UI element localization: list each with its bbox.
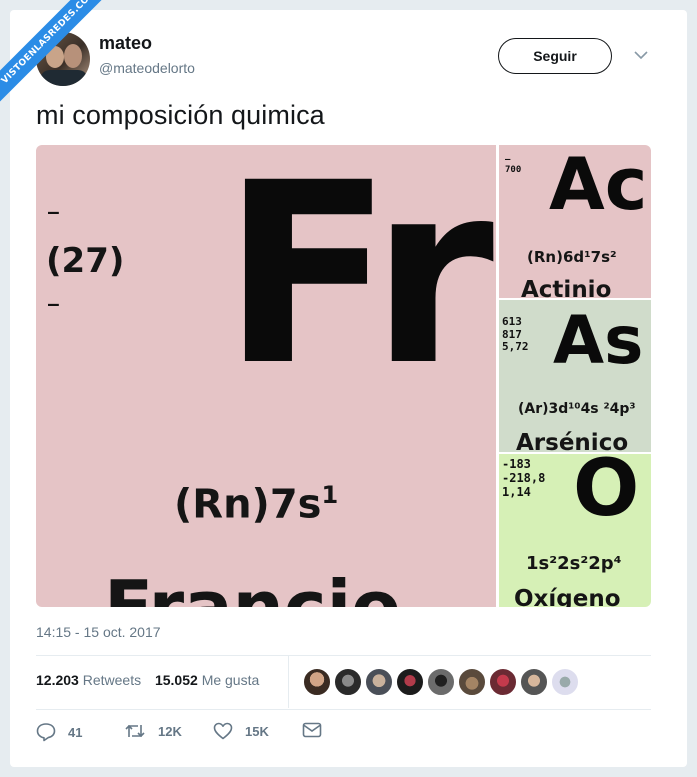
avatar[interactable] [458, 668, 486, 696]
avatar[interactable] [427, 668, 455, 696]
avatar[interactable] [551, 668, 579, 696]
ox-name: Oxígeno [514, 586, 621, 607]
like-button[interactable]: 15K [213, 722, 269, 740]
heart-icon [213, 722, 233, 740]
retweet-button[interactable]: 12K [124, 722, 182, 740]
follow-button[interactable]: Seguir [498, 38, 612, 74]
avatar[interactable] [365, 668, 393, 696]
ox-config: 1s²2s²2p⁴ [526, 553, 622, 574]
ac-name: Actinio [521, 277, 612, 298]
fr-config-sup: 1 [321, 481, 339, 509]
stats-separator [288, 656, 289, 708]
fr-symbol: Fr [222, 145, 494, 420]
ac-config: (Rn)6d¹7s² [527, 248, 617, 266]
ac-symbol: Ac [549, 145, 648, 226]
element-tile-arsenico: 613 817 5,72 As (Ar)3d¹⁰4s ²4p³ Arsénico [499, 300, 651, 452]
reply-count: 41 [68, 724, 83, 740]
retweet-icon [125, 724, 145, 738]
likes-label: Me gusta [201, 672, 260, 688]
reply-button[interactable]: 41 [36, 722, 82, 742]
avatar[interactable] [396, 668, 424, 696]
fr-dash-bottom: – [48, 294, 59, 315]
fr-config: (Rn)7s1 [174, 481, 338, 527]
tweet-timestamp[interactable]: 14:15 - 15 oct. 2017 [36, 624, 161, 640]
as-symbol: As [553, 302, 644, 379]
like-count: 15K [245, 723, 269, 739]
as-name: Arsénico [516, 430, 629, 452]
as-config: (Ar)3d¹⁰4s ²4p³ [518, 401, 636, 417]
avatar[interactable] [303, 668, 331, 696]
avatar[interactable] [520, 668, 548, 696]
tweet-actions: 41 12K 15K [36, 722, 336, 746]
divider [36, 709, 651, 710]
tweet-stats: 12.203 Retweets 15.052 Me gusta [36, 672, 259, 688]
tweet-media[interactable]: – (27) – Fr (Rn)7s1 Francio – 700 Ac (Rn… [36, 145, 651, 607]
watermark-ribbon: VISTOENLASREDES.COM [0, 0, 120, 120]
watermark-text: VISTOENLASREDES.COM [0, 0, 117, 105]
fr-dash-top: – [48, 202, 59, 223]
avatar[interactable] [334, 668, 362, 696]
element-tile-oxigeno: -183 -218,8 1,14 O 1s²2s²2p⁴ Oxígeno [499, 454, 651, 607]
fr-name: Francio [104, 565, 401, 607]
direct-message-button[interactable] [302, 722, 334, 738]
avatar[interactable] [489, 668, 517, 696]
ox-symbol: O [573, 454, 640, 534]
element-tile-francio: – (27) – Fr (Rn)7s1 Francio [36, 145, 496, 607]
ac-data: – 700 [505, 155, 522, 176]
ox-data: -183 -218,8 1,14 [502, 457, 546, 499]
element-tile-actinio: – 700 Ac (Rn)6d¹7s² Actinio [499, 145, 651, 298]
reply-icon [36, 723, 56, 742]
likes-stat[interactable]: 15.052 Me gusta [155, 672, 259, 688]
retweets-count: 12.203 [36, 672, 79, 688]
retweets-label: Retweets [82, 672, 142, 688]
likes-count: 15.052 [154, 672, 198, 688]
divider [36, 655, 651, 656]
fr-mass: (27) [46, 241, 125, 281]
retweet-count: 12K [158, 723, 182, 739]
as-data: 613 817 5,72 [502, 315, 529, 354]
retweets-stat[interactable]: 12.203 Retweets [36, 672, 141, 688]
envelope-icon [302, 722, 322, 738]
chevron-down-icon[interactable] [634, 50, 648, 60]
fr-config-base: (Rn)7s [174, 481, 322, 528]
